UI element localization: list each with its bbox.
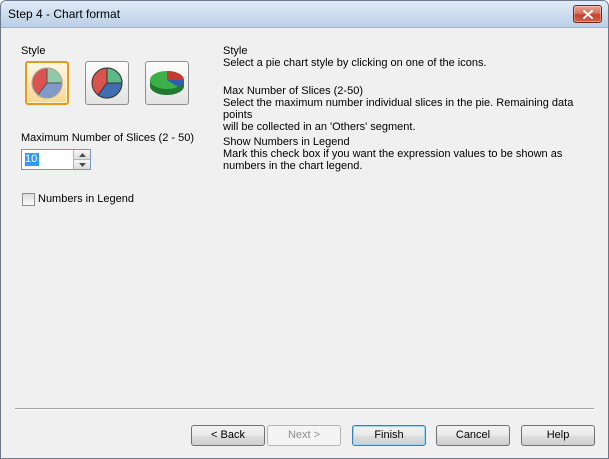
chart-format-dialog: Step 4 - Chart format Style Maximum Numb… — [0, 0, 609, 459]
finish-button[interactable]: Finish — [352, 425, 426, 446]
max-slices-help-text-1: Select the maximum number individual sli… — [223, 97, 574, 121]
close-icon — [582, 9, 593, 19]
pie-style-1-button[interactable] — [25, 61, 69, 105]
next-button[interactable]: Next > — [267, 425, 341, 446]
back-button[interactable]: < Back — [191, 425, 265, 446]
style-help-title: Style — [223, 45, 248, 57]
max-slices-help-title: Max Number of Slices (2-50) — [223, 85, 363, 97]
legend-help: Show Numbers in Legend Mark this check b… — [223, 136, 593, 172]
footer-separator — [15, 408, 594, 410]
cancel-button[interactable]: Cancel — [436, 425, 510, 446]
pie-style-1-icon — [31, 67, 63, 99]
spin-up-button[interactable] — [74, 150, 90, 160]
max-slices-label: Maximum Number of Slices (2 - 50) — [21, 132, 194, 144]
pie-style-3d-icon — [150, 71, 185, 95]
pie-style-2-icon — [91, 67, 123, 99]
legend-help-text-1: Mark this check box if you want the expr… — [223, 148, 563, 160]
spin-down-button[interactable] — [74, 160, 90, 169]
spinner-buttons — [73, 150, 90, 169]
max-slices-spinner[interactable]: 10 — [21, 149, 91, 170]
style-help: Style Select a pie chart style by clicki… — [223, 45, 593, 69]
legend-help-text-2: numbers in the chart legend. — [223, 160, 363, 172]
close-button[interactable] — [573, 5, 602, 23]
arrow-down-icon — [78, 162, 86, 167]
max-slices-input[interactable]: 10 — [25, 153, 37, 166]
pie-style-2-button[interactable] — [85, 61, 129, 105]
legend-help-title: Show Numbers in Legend — [223, 136, 350, 148]
style-label: Style — [21, 45, 46, 57]
dialog-content: Style Maximum Number of Slices (2 - 50) … — [1, 28, 608, 458]
max-slices-help: Max Number of Slices (2-50) Select the m… — [223, 85, 593, 133]
numbers-in-legend-label[interactable]: Numbers in Legend — [38, 193, 134, 205]
numbers-in-legend-checkbox[interactable] — [22, 193, 35, 206]
help-button[interactable]: Help — [521, 425, 595, 446]
pie-style-3d-button[interactable] — [145, 61, 189, 105]
style-help-text: Select a pie chart style by clicking on … — [223, 57, 487, 69]
arrow-up-icon — [78, 152, 86, 157]
window-title: Step 4 - Chart format — [8, 7, 121, 21]
title-bar: Step 4 - Chart format — [1, 1, 608, 28]
max-slices-help-text-2: will be collected in an 'Others' segment… — [223, 121, 416, 133]
